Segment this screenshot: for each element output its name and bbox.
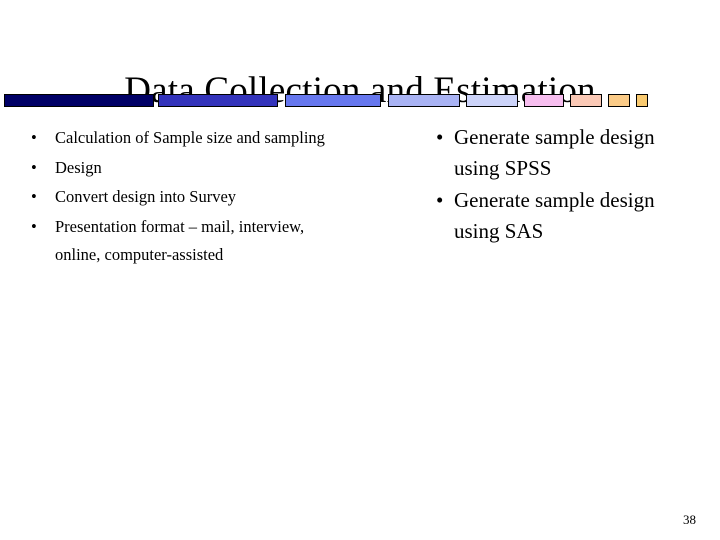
slide: Data Collection and Estimation • Calcula… [0,0,720,540]
list-item-label: Design [55,157,102,177]
color-bar-segment-4 [388,94,460,107]
list-item: • Generate sample design using SAS [428,185,700,247]
color-bar-segment-3 [285,94,381,107]
list-item: • Generate sample design using SPSS [428,122,700,184]
color-bar-segment-6 [524,94,564,107]
bullet-icon: • [31,157,37,177]
color-bar-segment-2 [158,94,278,107]
bullet-icon: • [31,216,37,236]
bullet-icon: • [31,187,37,206]
bullet-icon: • [436,125,444,149]
list-item-label: Generate sample design using SAS [454,188,655,243]
color-bar-segment-7 [570,94,602,107]
left-bullet-list: • Calculation of Sample size and samplin… [22,124,342,270]
bullet-icon: • [436,188,444,212]
list-item-label: Calculation of Sample size and sampling [55,128,325,147]
page-number: 38 [683,512,696,527]
decorative-color-bar [0,94,720,108]
left-content-column: • Calculation of Sample size and samplin… [22,124,342,271]
list-item-label: Generate sample design using SPSS [454,125,655,180]
color-bar-segment-8 [608,94,630,107]
color-bar-segment-5 [466,94,518,107]
list-item-label: Convert design into Survey [55,187,237,206]
list-item-label: Presentation format – mail, interview, o… [55,216,305,265]
color-bar-segment-9 [636,94,648,107]
color-bar-segment-1 [4,94,154,107]
list-item: • Presentation format – mail, interview,… [22,213,342,270]
bullet-icon: • [31,128,37,147]
list-item: • Convert design into Survey [22,183,342,212]
right-bullet-list: • Generate sample design using SPSS • Ge… [428,122,700,247]
right-content-column: • Generate sample design using SPSS • Ge… [428,122,700,248]
list-item: • Design [22,154,342,183]
list-item: • Calculation of Sample size and samplin… [22,124,342,153]
